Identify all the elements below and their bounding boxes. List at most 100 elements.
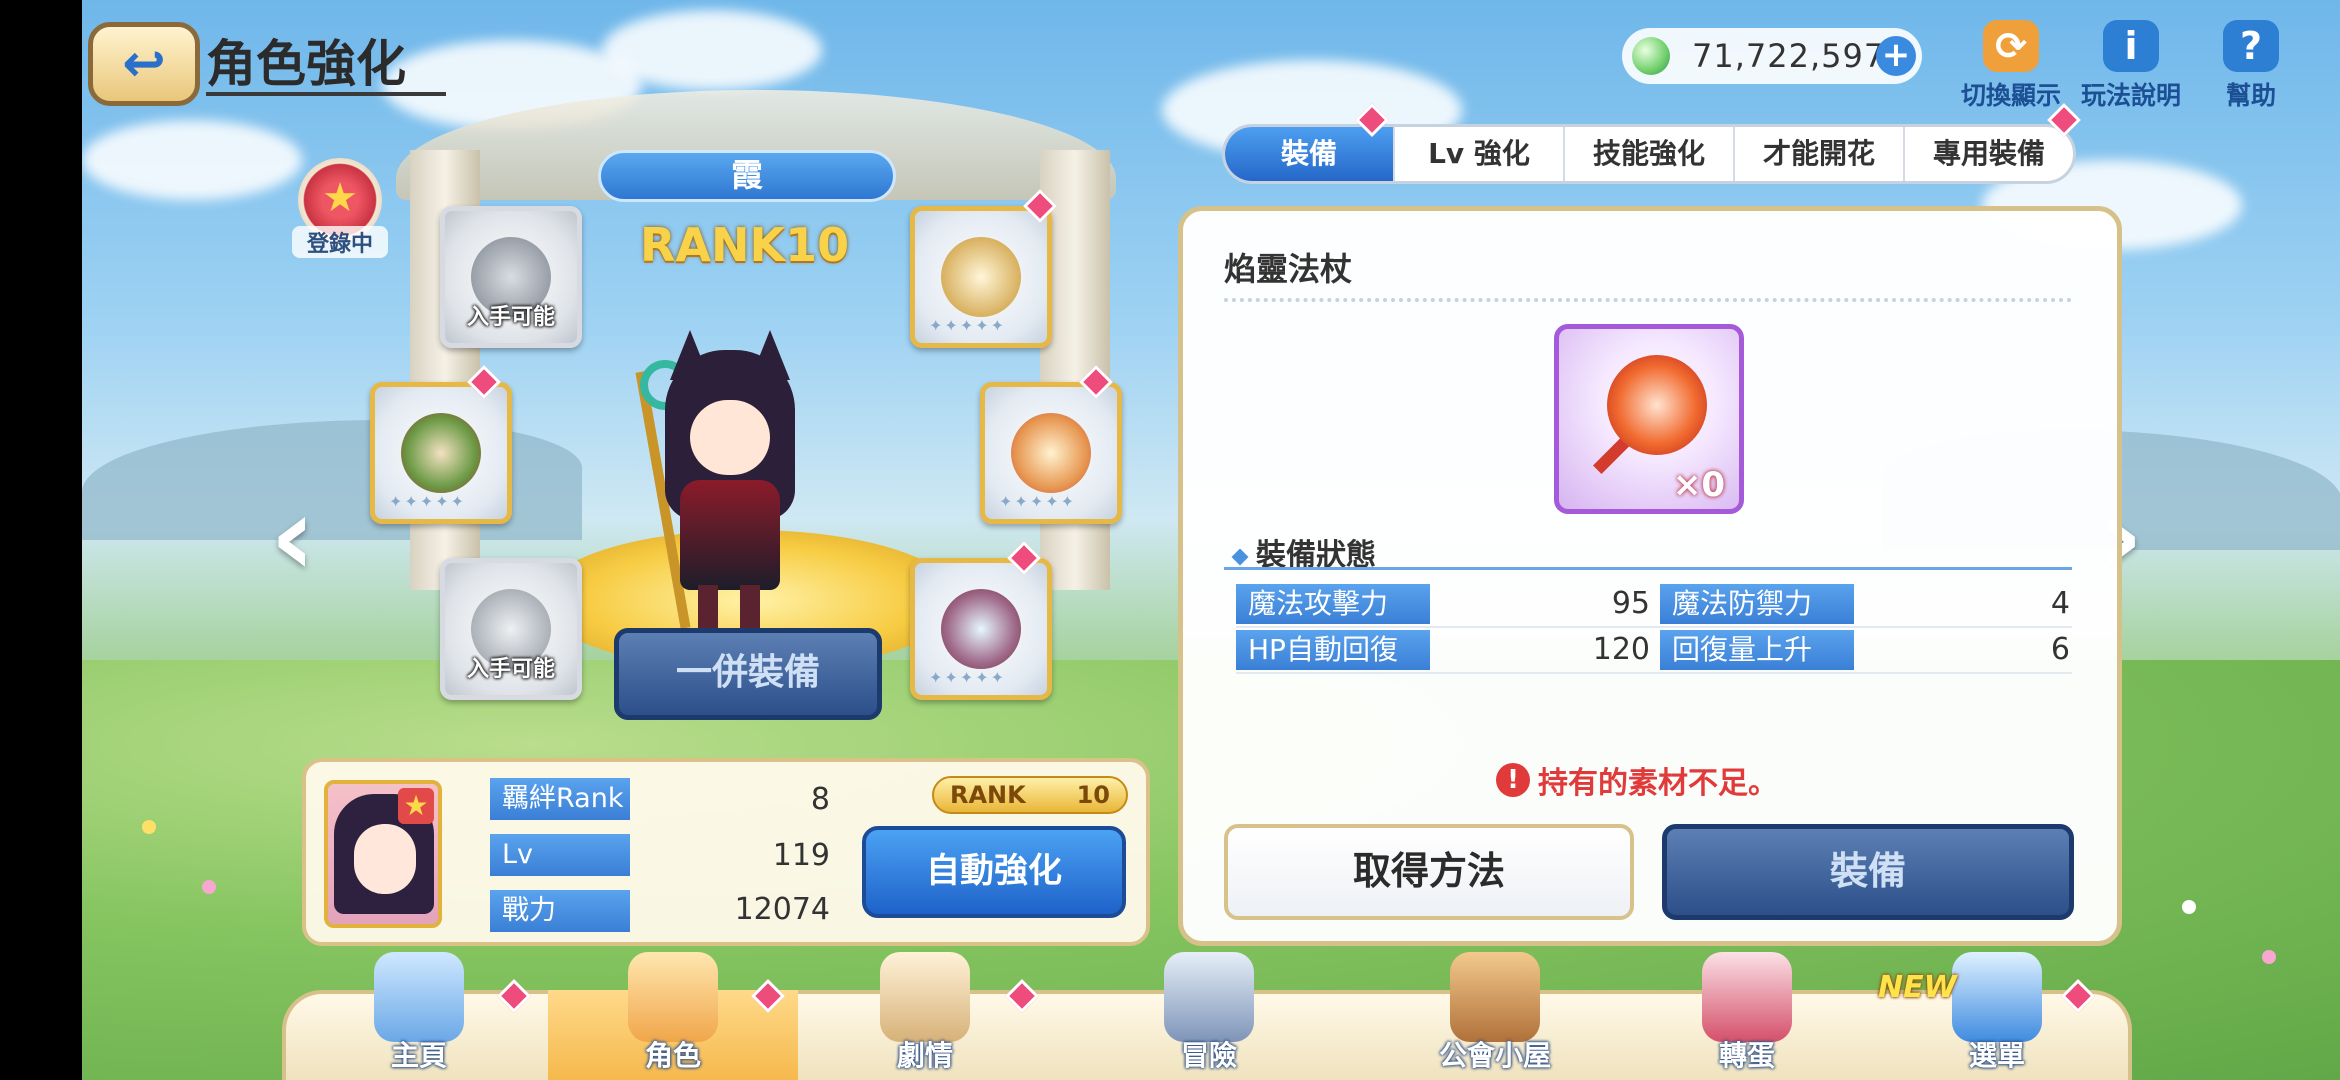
batch-equip-button[interactable]: 一併裝備 — [614, 628, 882, 720]
prev-character-button[interactable]: ‹ — [270, 481, 330, 596]
nav-guild-house[interactable]: 公會小屋 — [1370, 952, 1620, 1080]
row-divider — [1236, 672, 2072, 674]
equipment-name: 焰靈法杖 — [1224, 250, 1353, 288]
door-icon — [1450, 952, 1540, 1042]
switch-display-icon: ⟳ — [1983, 20, 2039, 72]
flame-staff-icon — [1607, 355, 1707, 455]
equip-slot-5[interactable]: 入手可能 — [440, 558, 582, 700]
favorite-star-icon: ★ — [398, 788, 434, 824]
slot-stars: ✦✦✦✦✦ — [999, 492, 1077, 511]
nav-gacha-label: 轉蛋 — [1718, 1039, 1775, 1072]
stat-value-power: 12074 — [734, 892, 830, 927]
amulet-icon — [941, 589, 1021, 669]
add-currency-button[interactable]: + — [1876, 36, 1916, 76]
attr-label-magic-defense: 魔法防禦力 — [1660, 584, 1854, 624]
currency-display: 71,722,597 + — [1622, 28, 1922, 84]
character-sprite[interactable] — [635, 330, 820, 630]
stat-label-bond-rank: 羈絆Rank — [490, 778, 630, 820]
slot-stars: ✦✦✦✦✦ — [389, 492, 467, 511]
character-name: 霞 — [598, 150, 896, 202]
slot-stars: ✦✦✦✦✦ — [929, 316, 1007, 335]
tiara-icon — [1011, 413, 1091, 493]
rank-pill-label: RANK — [950, 781, 1026, 809]
equip-slot-3[interactable]: ✦✦✦✦✦ — [370, 382, 512, 524]
help-label: 幫助 — [2225, 81, 2276, 110]
crystal-icon — [1952, 952, 2042, 1042]
character-icon — [628, 952, 718, 1042]
nav-adventure-label: 冒險 — [1180, 1039, 1237, 1072]
sword-flag-icon — [1164, 952, 1254, 1042]
attr-label-heal-up: 回復量上升 — [1660, 630, 1854, 670]
portrait-face — [354, 824, 416, 894]
equipment-large-icon[interactable]: ×0 — [1554, 324, 1744, 514]
rules-label: 玩法說明 — [2080, 81, 2181, 110]
diamond-bullet-icon — [1231, 548, 1249, 565]
nav-story-label: 劇情 — [896, 1039, 953, 1072]
tab-skill-up[interactable]: 技能強化 — [1565, 127, 1735, 181]
character-leg-right — [740, 585, 760, 630]
page-title: 角色強化 — [206, 35, 406, 93]
equip-slot-1[interactable]: 入手可能 — [440, 206, 582, 348]
rules-icon: i — [2103, 20, 2159, 72]
attr-value-hp-regen: 120 — [1592, 632, 1650, 667]
character-body — [680, 480, 780, 590]
rank-pill-value: 10 — [1076, 781, 1110, 809]
insufficient-materials-warning: ! 持有的素材不足。 — [1496, 758, 1778, 802]
robe-armor-icon — [401, 413, 481, 493]
rank-pill: RANK 10 — [932, 776, 1128, 814]
star-icon: ★ — [322, 175, 358, 221]
switch-display-label: 切換顯示 — [1960, 81, 2061, 110]
attr-value-magic-attack: 95 — [1611, 586, 1650, 621]
equip-button[interactable]: 裝備 — [1662, 824, 2074, 920]
equip-slot-2[interactable]: ✦✦✦✦✦ — [910, 206, 1052, 348]
registered-label: 登錄中 — [292, 226, 388, 258]
warning-text: 持有的素材不足。 — [1538, 766, 1778, 801]
slot-available-label: 入手可能 — [466, 305, 555, 330]
nav-home-label: 主頁 — [390, 1039, 447, 1072]
rules-button[interactable]: i 玩法說明 — [2076, 20, 2186, 112]
currency-value: 71,722,597 — [1692, 37, 1886, 75]
gacha-machine-icon — [1702, 952, 1792, 1042]
equipment-quantity: ×0 — [1672, 465, 1725, 505]
attr-label-magic-attack: 魔法攻擊力 — [1236, 584, 1430, 624]
tab-level-up[interactable]: Lv 強化 — [1395, 127, 1565, 181]
character-leg-left — [698, 585, 718, 630]
nav-character-label: 角色 — [644, 1039, 701, 1072]
back-button[interactable]: ↩ — [88, 22, 200, 106]
switch-display-button[interactable]: ⟳ 切換顯示 — [1956, 20, 2066, 112]
nav-menu-label: 選單 — [1968, 1039, 2025, 1072]
character-rank: RANK10 — [640, 218, 850, 272]
attr-value-magic-defense: 4 — [2050, 586, 2070, 621]
stat-label-power: 戰力 — [490, 890, 630, 932]
castle-icon — [374, 952, 464, 1042]
stat-label-level: Lv — [490, 834, 630, 876]
equip-slot-4[interactable]: ✦✦✦✦✦ — [980, 382, 1122, 524]
auto-enhance-button[interactable]: 自動強化 — [862, 826, 1126, 918]
title-underline — [206, 92, 446, 96]
nav-adventure[interactable]: 冒險 — [1084, 952, 1334, 1080]
nav-guild-house-label: 公會小屋 — [1438, 1039, 1551, 1072]
nav-gacha[interactable]: 轉蛋 — [1622, 952, 1872, 1080]
tab-talent-bloom[interactable]: 才能開花 — [1735, 127, 1905, 181]
slot-available-label: 入手可能 — [466, 657, 555, 682]
left-black-bar — [0, 0, 82, 1080]
character-portrait[interactable]: ★ — [324, 780, 442, 928]
divider — [1224, 298, 2072, 302]
character-face — [690, 400, 770, 475]
enhance-tabs: 裝備 Lv 強化 技能強化 才能開花 專用裝備 — [1222, 124, 2076, 184]
help-button[interactable]: ? 幫助 — [2196, 20, 2306, 112]
tab-unique-equipment[interactable]: 專用裝備 — [1905, 127, 2073, 181]
equip-slot-6[interactable]: ✦✦✦✦✦ — [910, 558, 1052, 700]
attr-value-heal-up: 6 — [2050, 632, 2070, 667]
how-to-obtain-button[interactable]: 取得方法 — [1224, 824, 1634, 920]
jewel-icon — [1632, 37, 1670, 75]
winged-staff-icon — [941, 237, 1021, 317]
back-arrow-icon: ↩ — [122, 34, 166, 94]
status-divider — [1224, 567, 2072, 570]
help-icon: ? — [2223, 20, 2279, 72]
new-badge: NEW — [1878, 970, 1957, 1005]
exclamation-icon: ! — [1496, 763, 1530, 797]
slot-stars: ✦✦✦✦✦ — [929, 668, 1007, 687]
row-divider — [1236, 626, 2072, 628]
attr-label-hp-regen: HP自動回復 — [1236, 630, 1430, 670]
